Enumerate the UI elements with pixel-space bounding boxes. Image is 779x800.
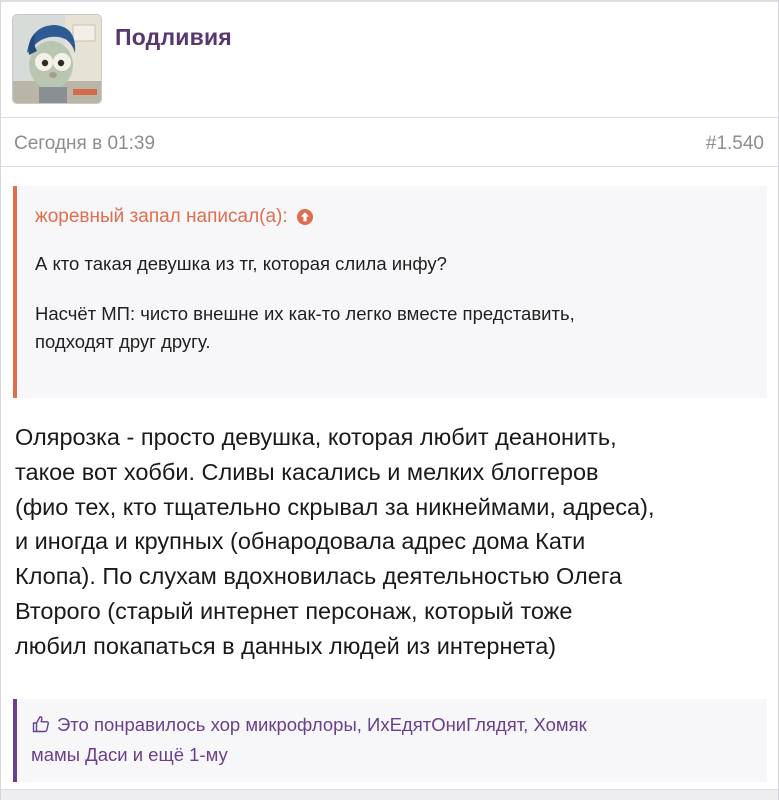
likes-line: Это понравилось хор микрофлоры, ИхЕдятОн… (31, 710, 753, 740)
quote-block: жоревный запал написал(а): А кто такая д… (13, 186, 767, 398)
likes-block: Это понравилось хор микрофлоры, ИхЕдятОн… (13, 699, 767, 782)
message-line: (фио тех, кто тщательно скрывал за никне… (15, 493, 655, 520)
message-line: любил покапаться в данных людей из интер… (15, 632, 557, 659)
quote-author[interactable]: жоревный запал написал(а): (35, 206, 288, 228)
message-line: Второго (старый интернет персонаж, котор… (15, 597, 573, 624)
bottom-divider (1, 789, 778, 800)
message-line: Клопа). По слухам вдохновилась деятельно… (15, 563, 622, 590)
post-meta-bar: Сегодня в 01:39 #1.540 (1, 117, 778, 167)
author-username[interactable]: Подливия (115, 24, 232, 51)
quote-paragraph: Насчёт МП: чисто внешне их как-то легко … (35, 300, 747, 356)
post-number-link[interactable]: #1.540 (706, 133, 764, 155)
message-line: и иногда и крупных (обнародовала адрес д… (15, 528, 586, 555)
quote-text-line: подходят друг другу. (35, 331, 211, 352)
message-line: такое вот хобби. Сливы касались и мелких… (15, 458, 599, 485)
quote-header: жоревный запал написал(а): (35, 204, 747, 230)
quote-text-line: А кто такая девушка из тг, которая слила… (35, 253, 447, 274)
message-line: Олярозка - просто девушка, которая любит… (15, 424, 617, 450)
likes-text[interactable]: Это понравилось хор микрофлоры, ИхЕдятОн… (57, 714, 587, 735)
thumbs-up-icon (31, 713, 51, 733)
arrow-up-circle-icon[interactable] (296, 208, 314, 226)
post-author-area: Подливия (1, 2, 778, 115)
post-timestamp: Сегодня в 01:39 (14, 133, 156, 154)
post-message: Олярозка - просто девушка, которая любит… (15, 420, 767, 664)
avatar-image (13, 15, 101, 103)
quote-text-line: Насчёт МП: чисто внешне их как-то легко … (35, 303, 575, 324)
likes-text-continued[interactable]: мамы Даси и ещё 1-му (31, 740, 753, 770)
forum-post: Подливия Сегодня в 01:39 #1.540 жоревный… (0, 0, 779, 800)
avatar[interactable] (13, 15, 101, 103)
